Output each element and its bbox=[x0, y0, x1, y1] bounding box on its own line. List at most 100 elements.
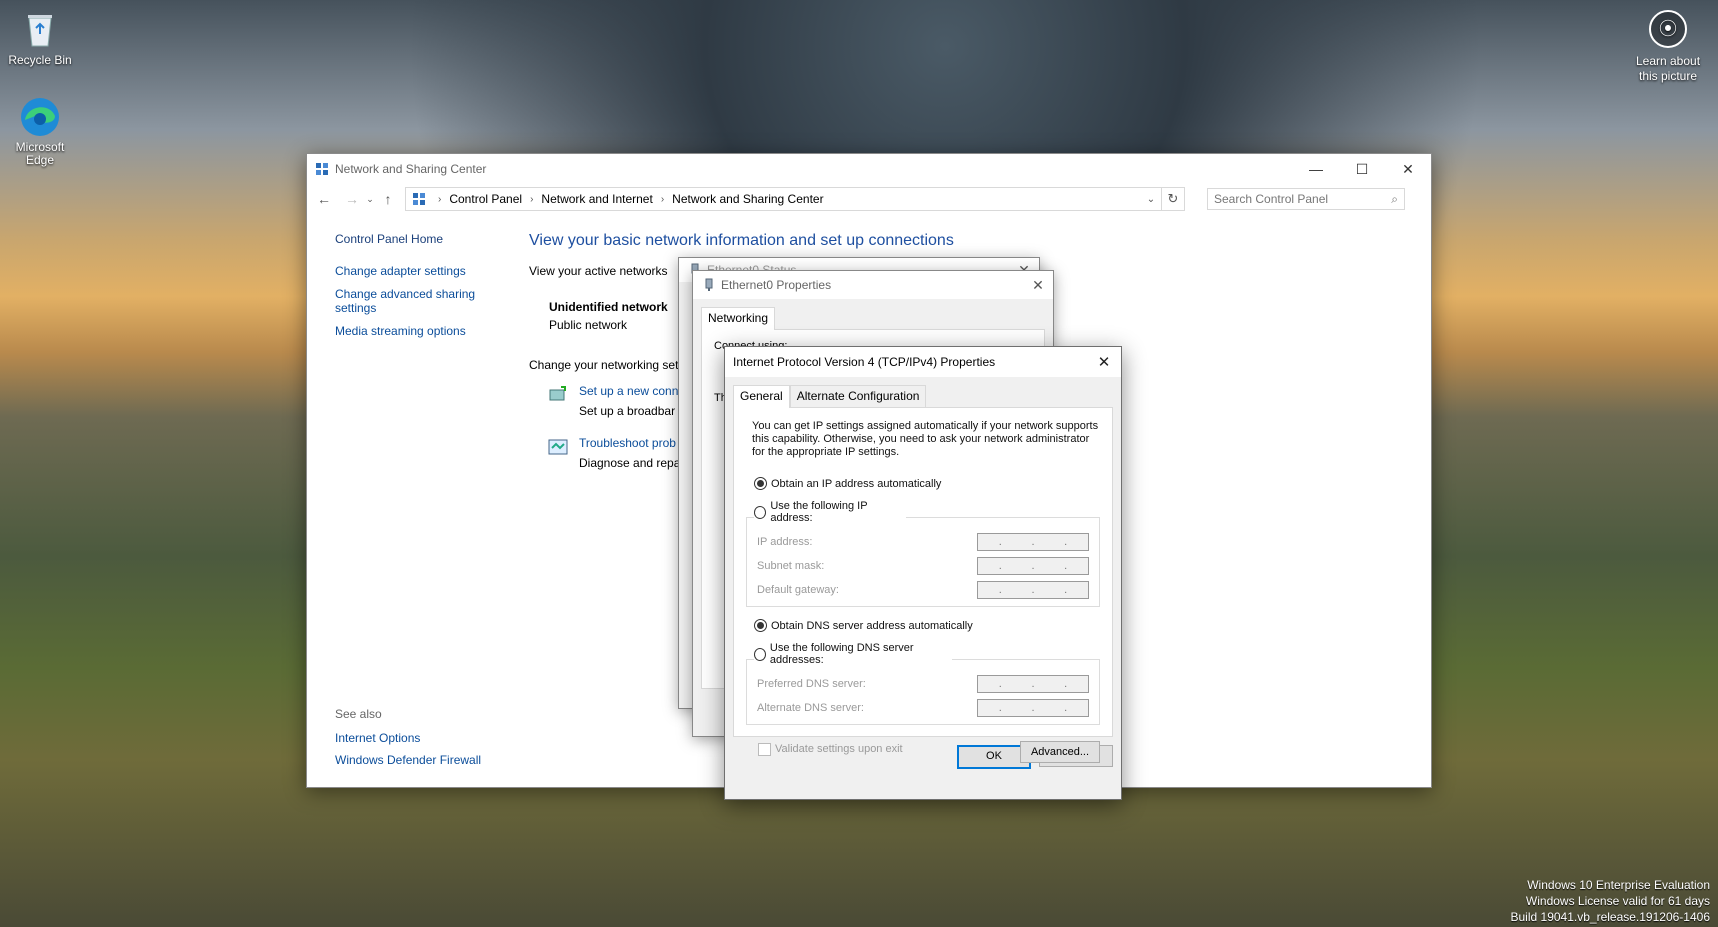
watermark-line: Windows License valid for 61 days bbox=[1525, 894, 1710, 908]
firewall-link[interactable]: Windows Defender Firewall bbox=[335, 753, 505, 767]
radio-unselected-icon bbox=[754, 647, 766, 661]
use-following-dns-radio[interactable]: Use the following DNS server addresses: bbox=[754, 642, 952, 666]
refresh-button[interactable]: ↻ bbox=[1162, 187, 1185, 211]
media-streaming-link[interactable]: Media streaming options bbox=[335, 324, 505, 338]
obtain-dns-auto-label: Obtain DNS server address automatically bbox=[771, 619, 973, 632]
obtain-dns-auto-radio[interactable]: Obtain DNS server address automatically bbox=[754, 619, 1100, 632]
alternate-dns-input[interactable]: ... bbox=[977, 699, 1089, 717]
change-adapter-settings-link[interactable]: Change adapter settings bbox=[335, 264, 505, 278]
preferred-dns-label: Preferred DNS server: bbox=[757, 678, 866, 690]
ip-address-input[interactable]: ... bbox=[977, 533, 1089, 551]
ipv4-description: You can get IP settings assigned automat… bbox=[752, 420, 1099, 458]
navigation-bar: ← → ⌄ ↑ › Control Panel › Network and In… bbox=[307, 184, 1431, 214]
default-gateway-input[interactable]: ... bbox=[977, 581, 1089, 599]
edge-desktop-icon[interactable]: Microsoft Edge bbox=[5, 96, 75, 167]
title-bar[interactable]: Network and Sharing Center — ☐ ✕ bbox=[307, 154, 1431, 184]
control-panel-home-link[interactable]: Control Panel Home bbox=[335, 232, 505, 246]
page-title: View your basic network information and … bbox=[529, 232, 954, 249]
tab-networking[interactable]: Networking bbox=[701, 307, 776, 330]
see-also-heading: See also bbox=[335, 707, 382, 721]
close-icon[interactable]: ✕ bbox=[1023, 277, 1053, 294]
checkbox-unchecked-icon bbox=[758, 742, 771, 756]
use-following-dns-label: Use the following DNS server addresses: bbox=[769, 642, 914, 666]
internet-options-link[interactable]: Internet Options bbox=[335, 731, 505, 745]
validate-label: Validate settings upon exit bbox=[775, 743, 903, 755]
breadcrumb-network-sharing[interactable]: Network and Sharing Center bbox=[672, 192, 823, 206]
learn-about-picture[interactable]: ⦿ Learn about this picture bbox=[1628, 10, 1708, 84]
radio-selected-icon bbox=[754, 619, 767, 632]
subnet-mask-label: Subnet mask: bbox=[757, 560, 825, 572]
change-advanced-sharing-link[interactable]: Change advanced sharing settings bbox=[335, 287, 505, 315]
general-panel: You can get IP settings assigned automat… bbox=[733, 407, 1113, 763]
chevron-right-icon: › bbox=[438, 193, 442, 205]
validate-row: Validate settings upon exit Advanced... bbox=[746, 735, 1100, 763]
watermark-line: Build 19041.vb_release.191206-1406 bbox=[1510, 910, 1711, 924]
use-following-ip-label: Use the following IP address: bbox=[770, 500, 868, 524]
search-icon: ⌕ bbox=[1391, 191, 1398, 206]
obtain-ip-auto-radio[interactable]: Obtain an IP address automatically bbox=[754, 477, 1100, 490]
chevron-down-icon[interactable]: ⌄ bbox=[1141, 194, 1161, 205]
watermark-line: Windows 10 Enterprise Evaluation bbox=[1527, 878, 1710, 892]
recycle-bin-label: Recycle Bin bbox=[8, 53, 72, 67]
left-navigation: Control Panel Home Change adapter settin… bbox=[335, 232, 505, 347]
breadcrumb-network-internet[interactable]: Network and Internet bbox=[541, 192, 652, 206]
edge-icon bbox=[19, 96, 61, 138]
chevron-right-icon[interactable]: › bbox=[530, 194, 533, 205]
ethernet-icon bbox=[705, 278, 713, 291]
default-gateway-row: Default gateway: ... bbox=[757, 578, 1089, 602]
radio-selected-icon bbox=[754, 477, 767, 490]
troubleshoot-desc: Diagnose and repa bbox=[579, 456, 681, 470]
window-title: Network and Sharing Center bbox=[335, 162, 487, 176]
maximize-button[interactable]: ☐ bbox=[1339, 154, 1385, 184]
network-icon bbox=[316, 163, 328, 175]
properties-title-bar[interactable]: Ethernet0 Properties ✕ bbox=[693, 271, 1053, 299]
ip-address-group: IP address: ... Subnet mask: ... Default… bbox=[746, 517, 1100, 607]
troubleshoot-link[interactable]: Troubleshoot prob bbox=[579, 436, 680, 450]
default-gateway-label: Default gateway: bbox=[757, 584, 839, 596]
close-button[interactable]: ✕ bbox=[1385, 154, 1431, 184]
address-bar[interactable]: › Control Panel › Network and Internet ›… bbox=[405, 187, 1162, 211]
minimize-button[interactable]: — bbox=[1293, 154, 1339, 184]
setup-connection-desc: Set up a broadbar bbox=[579, 404, 676, 418]
ipv4-properties-dialog: Internet Protocol Version 4 (TCP/IPv4) P… bbox=[724, 346, 1122, 800]
validate-checkbox[interactable]: Validate settings upon exit bbox=[758, 742, 903, 756]
preferred-dns-row: Preferred DNS server: ... bbox=[757, 672, 1089, 696]
obtain-ip-auto-label: Obtain an IP address automatically bbox=[771, 477, 942, 490]
new-connection-icon bbox=[549, 386, 566, 401]
camera-icon: ⦿ bbox=[1649, 10, 1687, 48]
subnet-mask-input[interactable]: ... bbox=[977, 557, 1089, 575]
ip-group-wrapper: Use the following IP address: IP address… bbox=[746, 500, 1100, 607]
close-icon[interactable]: ✕ bbox=[1087, 353, 1121, 371]
windows-watermark: Windows 10 Enterprise Evaluation Windows… bbox=[1511, 877, 1711, 925]
recycle-bin-icon bbox=[19, 8, 61, 50]
tab-general[interactable]: General bbox=[733, 385, 790, 408]
ipv4-tabs: General Alternate Configuration bbox=[733, 385, 1121, 408]
ipv4-title-bar[interactable]: Internet Protocol Version 4 (TCP/IPv4) P… bbox=[725, 347, 1121, 377]
search-input[interactable]: Search Control Panel ⌕ bbox=[1207, 188, 1405, 210]
chevron-right-icon[interactable]: › bbox=[661, 194, 664, 205]
alternate-dns-row: Alternate DNS server: ... bbox=[757, 696, 1089, 720]
ip-address-label: IP address: bbox=[757, 536, 813, 548]
advanced-button[interactable]: Advanced... bbox=[1020, 741, 1100, 763]
refresh-icon: ↻ bbox=[1167, 191, 1179, 206]
preferred-dns-input[interactable]: ... bbox=[977, 675, 1089, 693]
breadcrumb-control-panel[interactable]: Control Panel bbox=[449, 192, 522, 206]
control-panel-icon bbox=[413, 193, 425, 205]
recycle-bin-desktop-icon[interactable]: Recycle Bin bbox=[5, 8, 75, 67]
up-arrow-icon[interactable]: ↑ bbox=[377, 191, 399, 207]
alternate-dns-label: Alternate DNS server: bbox=[757, 702, 864, 714]
radio-unselected-icon bbox=[754, 505, 767, 519]
setup-connection-link[interactable]: Set up a new conn bbox=[579, 384, 678, 398]
learn-label: Learn about this picture bbox=[1635, 54, 1701, 83]
properties-title: Ethernet0 Properties bbox=[721, 278, 832, 292]
tab-alternate-configuration[interactable]: Alternate Configuration bbox=[789, 385, 927, 407]
edge-label: Microsoft Edge bbox=[15, 140, 65, 167]
ipv4-title: Internet Protocol Version 4 (TCP/IPv4) P… bbox=[733, 355, 996, 369]
dns-group-wrapper: Use the following DNS server addresses: … bbox=[746, 642, 1100, 725]
ip-address-row: IP address: ... bbox=[757, 530, 1089, 554]
forward-arrow-icon[interactable]: → bbox=[341, 191, 363, 207]
see-also: See also Internet Options Windows Defend… bbox=[335, 707, 505, 775]
back-arrow-icon[interactable]: ← bbox=[313, 191, 335, 207]
recent-dropdown-icon[interactable]: ⌄ bbox=[363, 194, 377, 205]
use-following-ip-radio[interactable]: Use the following IP address: bbox=[754, 500, 906, 524]
